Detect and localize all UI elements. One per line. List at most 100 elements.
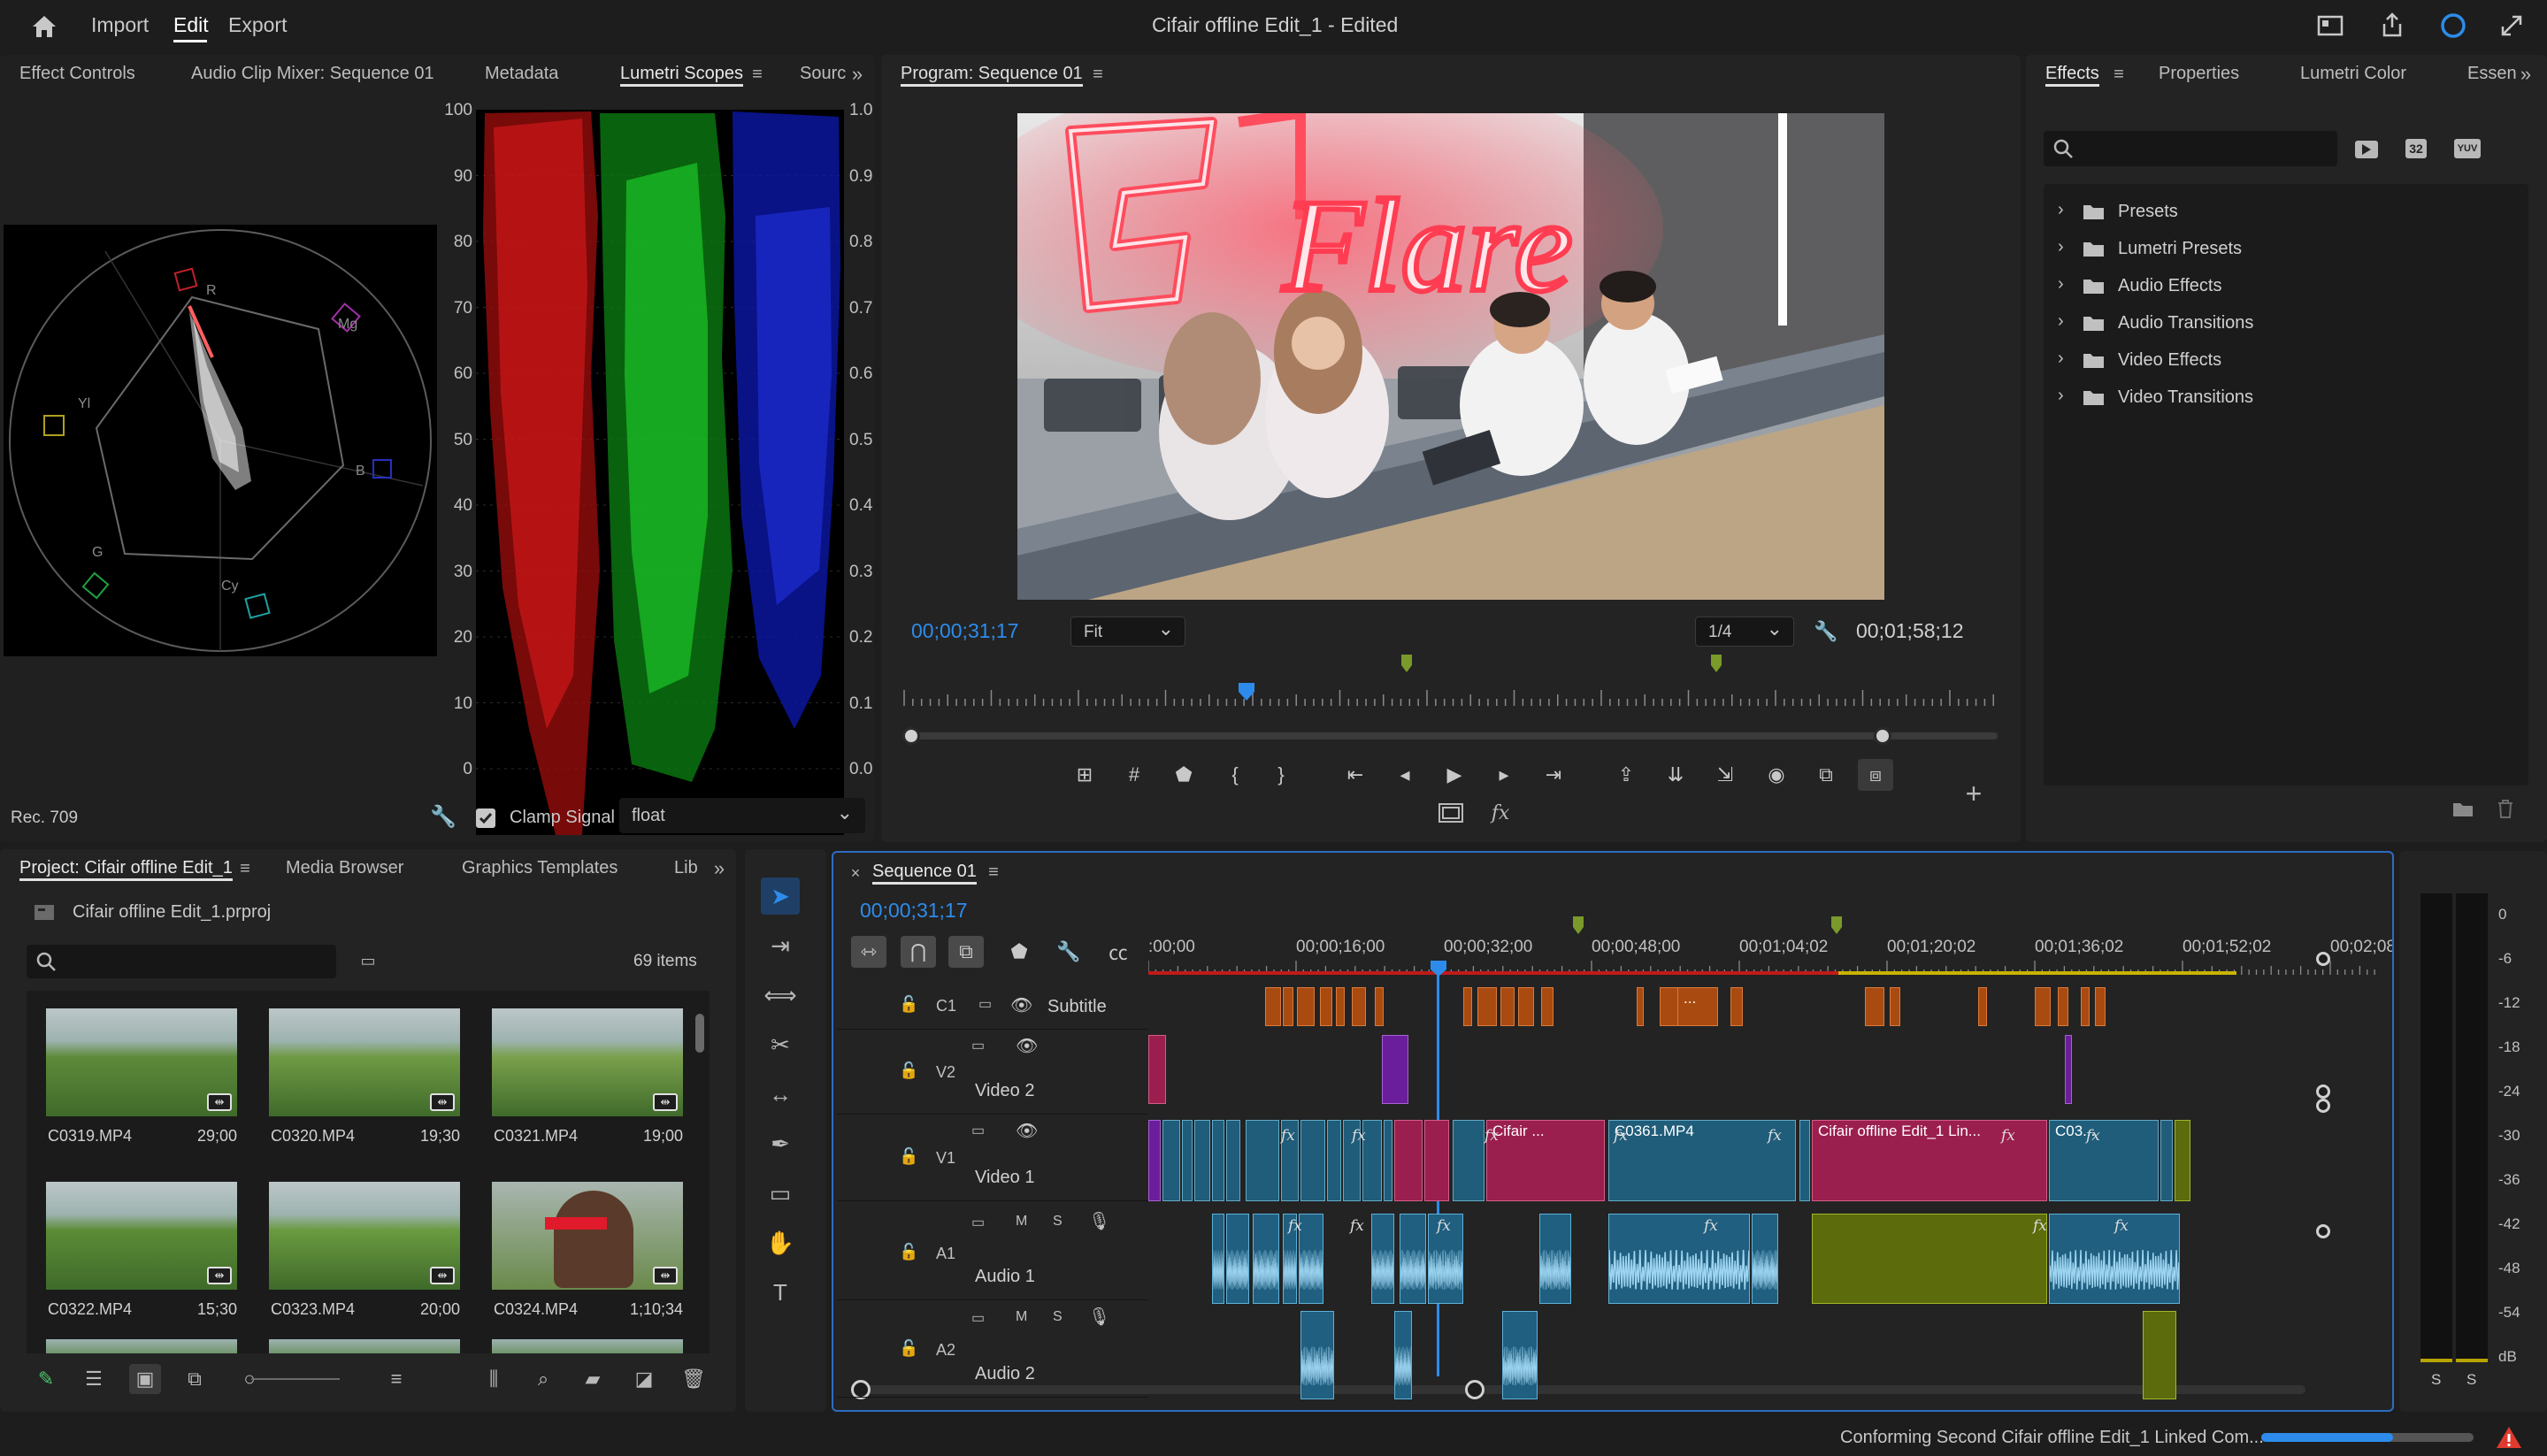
program-menu-icon[interactable]: ≡ (1086, 64, 1109, 85)
clip-thumbnail[interactable] (269, 1339, 460, 1353)
track-height-handle[interactable] (2316, 1224, 2330, 1238)
subtitle-clip[interactable] (1890, 987, 1900, 1026)
selection-tool-icon[interactable]: ➤ (761, 877, 800, 915)
type-tool-icon[interactable]: T (761, 1274, 800, 1311)
track-height-handle[interactable] (2316, 952, 2330, 966)
track-header-a1[interactable]: 🔓 A1 Audio 1 ▭ M S 🎙 (837, 1207, 1148, 1300)
video1-clip[interactable] (1246, 1120, 1279, 1201)
lock-icon[interactable]: 🔓 (899, 1339, 918, 1358)
program-ruler[interactable] (901, 681, 1998, 708)
program-marker-1[interactable] (1400, 653, 1414, 674)
program-marker-2[interactable] (1709, 653, 1723, 674)
clip-thumbnail[interactable]: ⇹ (46, 1008, 237, 1116)
linked-selection-icon[interactable]: ⧉ (948, 936, 984, 968)
video1-clip[interactable] (1384, 1120, 1392, 1201)
find-icon[interactable]: ⌕ (527, 1364, 559, 1394)
microphone-icon[interactable]: 🎙 (1088, 1210, 1110, 1232)
audio1-clip[interactable] (1253, 1214, 1279, 1304)
home-icon[interactable] (27, 9, 62, 44)
audio2-clip[interactable] (1394, 1311, 1412, 1399)
tab-graphics-templates[interactable]: Graphics Templates (462, 849, 618, 886)
tab-metadata[interactable]: Metadata (485, 55, 558, 92)
video1-clip-cifair[interactable]: Cifair ... (1486, 1120, 1605, 1201)
tab-audio-clip-mixer[interactable]: Audio Clip Mixer: Sequence 01 (191, 55, 434, 92)
clip-thumbnail[interactable]: ⇹ (269, 1008, 460, 1116)
audio1-clip-linked[interactable] (1812, 1214, 2047, 1304)
track-select-icon[interactable]: ⇥ (761, 927, 800, 964)
video2-clip[interactable] (1148, 1035, 1166, 1104)
track-header-v2[interactable]: 🔓 V2 Video 2 ▭ 👁 (837, 1030, 1148, 1115)
clip-thumbnail[interactable]: ⇹ (269, 1182, 460, 1290)
go-to-in-icon[interactable]: ⇤ (1338, 759, 1373, 791)
subtitle-clip-dots[interactable]: ... (1677, 987, 1718, 1026)
track-height-handle[interactable] (2316, 1084, 2330, 1099)
overflow-chevron-icon[interactable]: » (708, 857, 731, 879)
subtitle-clip[interactable] (2095, 987, 2106, 1026)
audio1-clip[interactable] (1371, 1214, 1394, 1304)
effects-menu-icon[interactable]: ≡ (2107, 64, 2130, 85)
menu-import[interactable]: Import (91, 13, 149, 37)
effects-folder-presets[interactable]: › Presets (2044, 196, 2521, 228)
tab-media-browser[interactable]: Media Browser (286, 849, 403, 886)
clip-thumbnail[interactable] (46, 1339, 237, 1353)
menu-edit[interactable]: Edit (173, 13, 209, 37)
meter-solo-right[interactable]: S (2466, 1371, 2476, 1389)
warning-icon[interactable] (2495, 1424, 2523, 1451)
audio1-clip[interactable] (1539, 1214, 1571, 1304)
snap-icon[interactable]: ⋂ (901, 936, 936, 968)
yuv-effects-icon[interactable]: YUV (2451, 134, 2484, 163)
video1-clip[interactable] (1300, 1120, 1325, 1201)
video1-clip[interactable] (1182, 1120, 1193, 1201)
clip-thumbnail[interactable] (492, 1339, 683, 1353)
audio1-clip[interactable] (1299, 1214, 1323, 1304)
video1-clip[interactable] (1212, 1120, 1224, 1201)
marker-icon[interactable]: ⬟ (1166, 759, 1201, 791)
tab-libraries[interactable]: Lib (674, 849, 698, 886)
overflow-chevron-icon[interactable]: » (2514, 63, 2537, 85)
track-header-c1[interactable]: 🔓 C1 Subtitle ▭ 👁 (837, 982, 1148, 1030)
subtitle-clip[interactable] (1477, 987, 1497, 1026)
video1-clip[interactable] (2175, 1120, 2190, 1201)
rectangle-tool-icon[interactable]: ▭ (761, 1175, 800, 1212)
insert-clip-icon[interactable]: ⇲ (1707, 759, 1743, 791)
delete-icon[interactable] (2491, 794, 2520, 823)
video2-clip[interactable] (1382, 1035, 1408, 1104)
step-forward-icon[interactable]: ▸ (1486, 759, 1522, 791)
add-marker-icon[interactable]: ⬟ (1001, 936, 1037, 968)
overwrite-icon[interactable]: ⧉ (1808, 759, 1844, 791)
track-header-v1[interactable]: 🔓 V1 Video 1 ▭ 👁 (837, 1115, 1148, 1201)
tab-menu-icon[interactable]: ≡ (746, 64, 769, 85)
audio2-clip[interactable] (1502, 1311, 1538, 1399)
tab-properties[interactable]: Properties (2159, 55, 2239, 92)
share-icon[interactable] (2376, 9, 2408, 41)
tab-source[interactable]: Sourc (800, 55, 846, 92)
zoom-slider-track[interactable] (251, 1378, 340, 1380)
program-playhead[interactable] (1237, 681, 1256, 702)
lock-icon[interactable]: 🔓 (899, 995, 918, 1014)
clip-thumbnail[interactable]: ⇹ (492, 1182, 683, 1290)
toggle-sync-icon[interactable]: ▭ (971, 1309, 985, 1327)
mute-button[interactable]: M (1016, 1309, 1027, 1325)
solo-button[interactable]: S (1053, 1214, 1063, 1230)
tab-project[interactable]: Project: Cifair offline Edit_1 (19, 849, 233, 886)
camera-icon[interactable]: ◉ (1759, 759, 1794, 791)
step-back-icon[interactable]: ◂ (1387, 759, 1423, 791)
track-header-a2[interactable]: 🔓 A2 Audio 2 ▭ M S 🎙 (837, 1302, 1148, 1398)
program-zoom-handle-right[interactable] (1874, 727, 1891, 745)
lock-icon[interactable]: 🔓 (899, 1061, 918, 1080)
compare-view-icon[interactable] (1435, 798, 1467, 828)
mark-out-icon[interactable]: } (1263, 759, 1299, 791)
play-icon[interactable]: ▶ (1437, 759, 1472, 791)
pen-tool-icon[interactable]: ✒ (761, 1125, 800, 1162)
tab-lumetri-scopes[interactable]: Lumetri Scopes (620, 55, 743, 92)
lift-icon[interactable]: ⇪ (1608, 759, 1644, 791)
freeform-view-icon[interactable]: ⧉ (179, 1364, 211, 1394)
add-marker-icon[interactable]: ⊞ (1067, 759, 1102, 791)
new-bin-icon[interactable]: ▰ (577, 1364, 609, 1394)
new-bin-icon[interactable] (2449, 794, 2477, 823)
clip-thumbnail[interactable]: ⇹ (492, 1008, 683, 1116)
video1-clip[interactable] (1327, 1120, 1341, 1201)
subtitle-clip[interactable] (1500, 987, 1515, 1026)
menu-export[interactable]: Export (228, 13, 287, 37)
audio1-clip[interactable] (1226, 1214, 1249, 1304)
